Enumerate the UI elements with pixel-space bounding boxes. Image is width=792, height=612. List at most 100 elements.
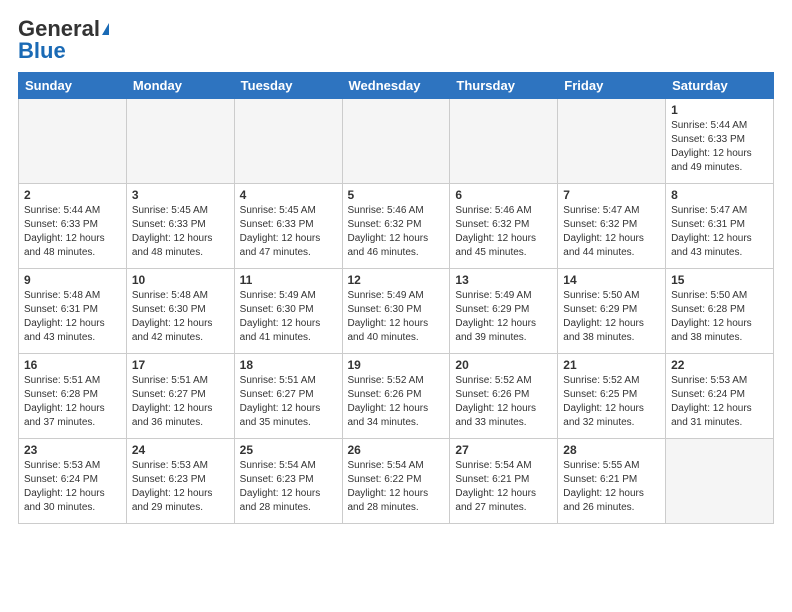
calendar-cell: 1 Sunrise: 5:44 AM Sunset: 6:33 PM Daylig… bbox=[666, 99, 774, 184]
logo-triangle-icon bbox=[102, 23, 109, 35]
day-info: Sunrise: 5:49 AM Sunset: 6:30 PM Dayligh… bbox=[240, 289, 337, 345]
day-info: Sunrise: 5:55 AM Sunset: 6:21 PM Dayligh… bbox=[563, 459, 660, 515]
calendar-cell bbox=[666, 439, 774, 524]
day-number: 2 bbox=[24, 188, 121, 202]
weekday-header-sunday: Sunday bbox=[19, 73, 127, 99]
calendar-cell: 19 Sunrise: 5:52 AM Sunset: 6:26 PM Dayli… bbox=[342, 354, 450, 439]
day-number: 25 bbox=[240, 443, 337, 457]
calendar-cell bbox=[126, 99, 234, 184]
week-row-0: 1 Sunrise: 5:44 AM Sunset: 6:33 PM Daylig… bbox=[19, 99, 774, 184]
calendar-cell: 26 Sunrise: 5:54 AM Sunset: 6:22 PM Dayli… bbox=[342, 439, 450, 524]
calendar-cell: 23Sunrise: 5:53 AM Sunset: 6:24 PM Dayli… bbox=[19, 439, 127, 524]
calendar-cell: 28 Sunrise: 5:55 AM Sunset: 6:21 PM Dayli… bbox=[558, 439, 666, 524]
day-info: Sunrise: 5:44 AM Sunset: 6:33 PM Dayligh… bbox=[671, 119, 768, 175]
day-number: 14 bbox=[563, 273, 660, 287]
day-number: 3 bbox=[132, 188, 229, 202]
weekday-header-friday: Friday bbox=[558, 73, 666, 99]
day-info: Sunrise: 5:51 AM Sunset: 6:28 PM Dayligh… bbox=[24, 374, 121, 430]
day-number: 11 bbox=[240, 273, 337, 287]
calendar-cell bbox=[234, 99, 342, 184]
day-number: 20 bbox=[455, 358, 552, 372]
day-info: Sunrise: 5:54 AM Sunset: 6:22 PM Dayligh… bbox=[348, 459, 445, 515]
day-info: Sunrise: 5:52 AM Sunset: 6:26 PM Dayligh… bbox=[455, 374, 552, 430]
day-number: 26 bbox=[348, 443, 445, 457]
day-number: 28 bbox=[563, 443, 660, 457]
day-info: Sunrise: 5:46 AM Sunset: 6:32 PM Dayligh… bbox=[455, 204, 552, 260]
calendar-cell: 14 Sunrise: 5:50 AM Sunset: 6:29 PM Dayli… bbox=[558, 269, 666, 354]
calendar-cell bbox=[19, 99, 127, 184]
logo-blue-text: Blue bbox=[18, 40, 66, 62]
calendar-cell: 7Sunrise: 5:47 AM Sunset: 6:32 PM Daylig… bbox=[558, 184, 666, 269]
day-number: 9 bbox=[24, 273, 121, 287]
day-info: Sunrise: 5:54 AM Sunset: 6:23 PM Dayligh… bbox=[240, 459, 337, 515]
day-number: 12 bbox=[348, 273, 445, 287]
day-number: 23 bbox=[24, 443, 121, 457]
day-number: 10 bbox=[132, 273, 229, 287]
day-info: Sunrise: 5:52 AM Sunset: 6:25 PM Dayligh… bbox=[563, 374, 660, 430]
page: General Blue SundayMondayTuesdayWednesda… bbox=[0, 0, 792, 542]
calendar-cell: 8Sunrise: 5:47 AM Sunset: 6:31 PM Daylig… bbox=[666, 184, 774, 269]
calendar-cell: 10 Sunrise: 5:48 AM Sunset: 6:30 PM Dayli… bbox=[126, 269, 234, 354]
day-number: 22 bbox=[671, 358, 768, 372]
calendar-cell bbox=[342, 99, 450, 184]
week-row-3: 16Sunrise: 5:51 AM Sunset: 6:28 PM Dayli… bbox=[19, 354, 774, 439]
day-info: Sunrise: 5:51 AM Sunset: 6:27 PM Dayligh… bbox=[132, 374, 229, 430]
calendar-cell: 27 Sunrise: 5:54 AM Sunset: 6:21 PM Dayli… bbox=[450, 439, 558, 524]
day-number: 18 bbox=[240, 358, 337, 372]
calendar-table: SundayMondayTuesdayWednesdayThursdayFrid… bbox=[18, 72, 774, 524]
day-number: 5 bbox=[348, 188, 445, 202]
calendar-cell: 22 Sunrise: 5:53 AM Sunset: 6:24 PM Dayli… bbox=[666, 354, 774, 439]
weekday-header-row: SundayMondayTuesdayWednesdayThursdayFrid… bbox=[19, 73, 774, 99]
day-number: 27 bbox=[455, 443, 552, 457]
day-number: 4 bbox=[240, 188, 337, 202]
header: General Blue bbox=[18, 18, 774, 62]
weekday-header-monday: Monday bbox=[126, 73, 234, 99]
calendar-cell: 3 Sunrise: 5:45 AM Sunset: 6:33 PM Daylig… bbox=[126, 184, 234, 269]
day-info: Sunrise: 5:45 AM Sunset: 6:33 PM Dayligh… bbox=[240, 204, 337, 260]
calendar-cell: 5 Sunrise: 5:46 AM Sunset: 6:32 PM Daylig… bbox=[342, 184, 450, 269]
day-info: Sunrise: 5:45 AM Sunset: 6:33 PM Dayligh… bbox=[132, 204, 229, 260]
day-number: 8 bbox=[671, 188, 768, 202]
calendar-cell: 20 Sunrise: 5:52 AM Sunset: 6:26 PM Dayli… bbox=[450, 354, 558, 439]
calendar-cell: 18 Sunrise: 5:51 AM Sunset: 6:27 PM Dayli… bbox=[234, 354, 342, 439]
calendar-cell bbox=[450, 99, 558, 184]
calendar-cell: 21 Sunrise: 5:52 AM Sunset: 6:25 PM Dayli… bbox=[558, 354, 666, 439]
day-number: 6 bbox=[455, 188, 552, 202]
day-info: Sunrise: 5:54 AM Sunset: 6:21 PM Dayligh… bbox=[455, 459, 552, 515]
week-row-2: 9Sunrise: 5:48 AM Sunset: 6:31 PM Daylig… bbox=[19, 269, 774, 354]
calendar-cell: 16Sunrise: 5:51 AM Sunset: 6:28 PM Dayli… bbox=[19, 354, 127, 439]
calendar-cell: 17 Sunrise: 5:51 AM Sunset: 6:27 PM Dayli… bbox=[126, 354, 234, 439]
day-info: Sunrise: 5:47 AM Sunset: 6:32 PM Dayligh… bbox=[563, 204, 660, 260]
day-info: Sunrise: 5:49 AM Sunset: 6:30 PM Dayligh… bbox=[348, 289, 445, 345]
calendar-cell: 11 Sunrise: 5:49 AM Sunset: 6:30 PM Dayli… bbox=[234, 269, 342, 354]
calendar-cell: 6 Sunrise: 5:46 AM Sunset: 6:32 PM Daylig… bbox=[450, 184, 558, 269]
calendar-cell: 13 Sunrise: 5:49 AM Sunset: 6:29 PM Dayli… bbox=[450, 269, 558, 354]
day-info: Sunrise: 5:50 AM Sunset: 6:28 PM Dayligh… bbox=[671, 289, 768, 345]
weekday-header-tuesday: Tuesday bbox=[234, 73, 342, 99]
calendar-cell: 9Sunrise: 5:48 AM Sunset: 6:31 PM Daylig… bbox=[19, 269, 127, 354]
weekday-header-saturday: Saturday bbox=[666, 73, 774, 99]
day-number: 19 bbox=[348, 358, 445, 372]
day-info: Sunrise: 5:53 AM Sunset: 6:23 PM Dayligh… bbox=[132, 459, 229, 515]
day-number: 21 bbox=[563, 358, 660, 372]
day-info: Sunrise: 5:51 AM Sunset: 6:27 PM Dayligh… bbox=[240, 374, 337, 430]
day-number: 24 bbox=[132, 443, 229, 457]
day-number: 15 bbox=[671, 273, 768, 287]
logo-general-text: General bbox=[18, 18, 100, 40]
day-info: Sunrise: 5:49 AM Sunset: 6:29 PM Dayligh… bbox=[455, 289, 552, 345]
day-info: Sunrise: 5:50 AM Sunset: 6:29 PM Dayligh… bbox=[563, 289, 660, 345]
calendar-cell: 24 Sunrise: 5:53 AM Sunset: 6:23 PM Dayli… bbox=[126, 439, 234, 524]
calendar-cell: 25 Sunrise: 5:54 AM Sunset: 6:23 PM Dayli… bbox=[234, 439, 342, 524]
day-number: 1 bbox=[671, 103, 768, 117]
day-info: Sunrise: 5:52 AM Sunset: 6:26 PM Dayligh… bbox=[348, 374, 445, 430]
day-info: Sunrise: 5:48 AM Sunset: 6:30 PM Dayligh… bbox=[132, 289, 229, 345]
day-info: Sunrise: 5:46 AM Sunset: 6:32 PM Dayligh… bbox=[348, 204, 445, 260]
calendar-header: SundayMondayTuesdayWednesdayThursdayFrid… bbox=[19, 73, 774, 99]
day-info: Sunrise: 5:53 AM Sunset: 6:24 PM Dayligh… bbox=[671, 374, 768, 430]
week-row-1: 2Sunrise: 5:44 AM Sunset: 6:33 PM Daylig… bbox=[19, 184, 774, 269]
day-number: 13 bbox=[455, 273, 552, 287]
logo: General Blue bbox=[18, 18, 109, 62]
weekday-header-thursday: Thursday bbox=[450, 73, 558, 99]
day-number: 17 bbox=[132, 358, 229, 372]
calendar-cell: 12 Sunrise: 5:49 AM Sunset: 6:30 PM Dayli… bbox=[342, 269, 450, 354]
